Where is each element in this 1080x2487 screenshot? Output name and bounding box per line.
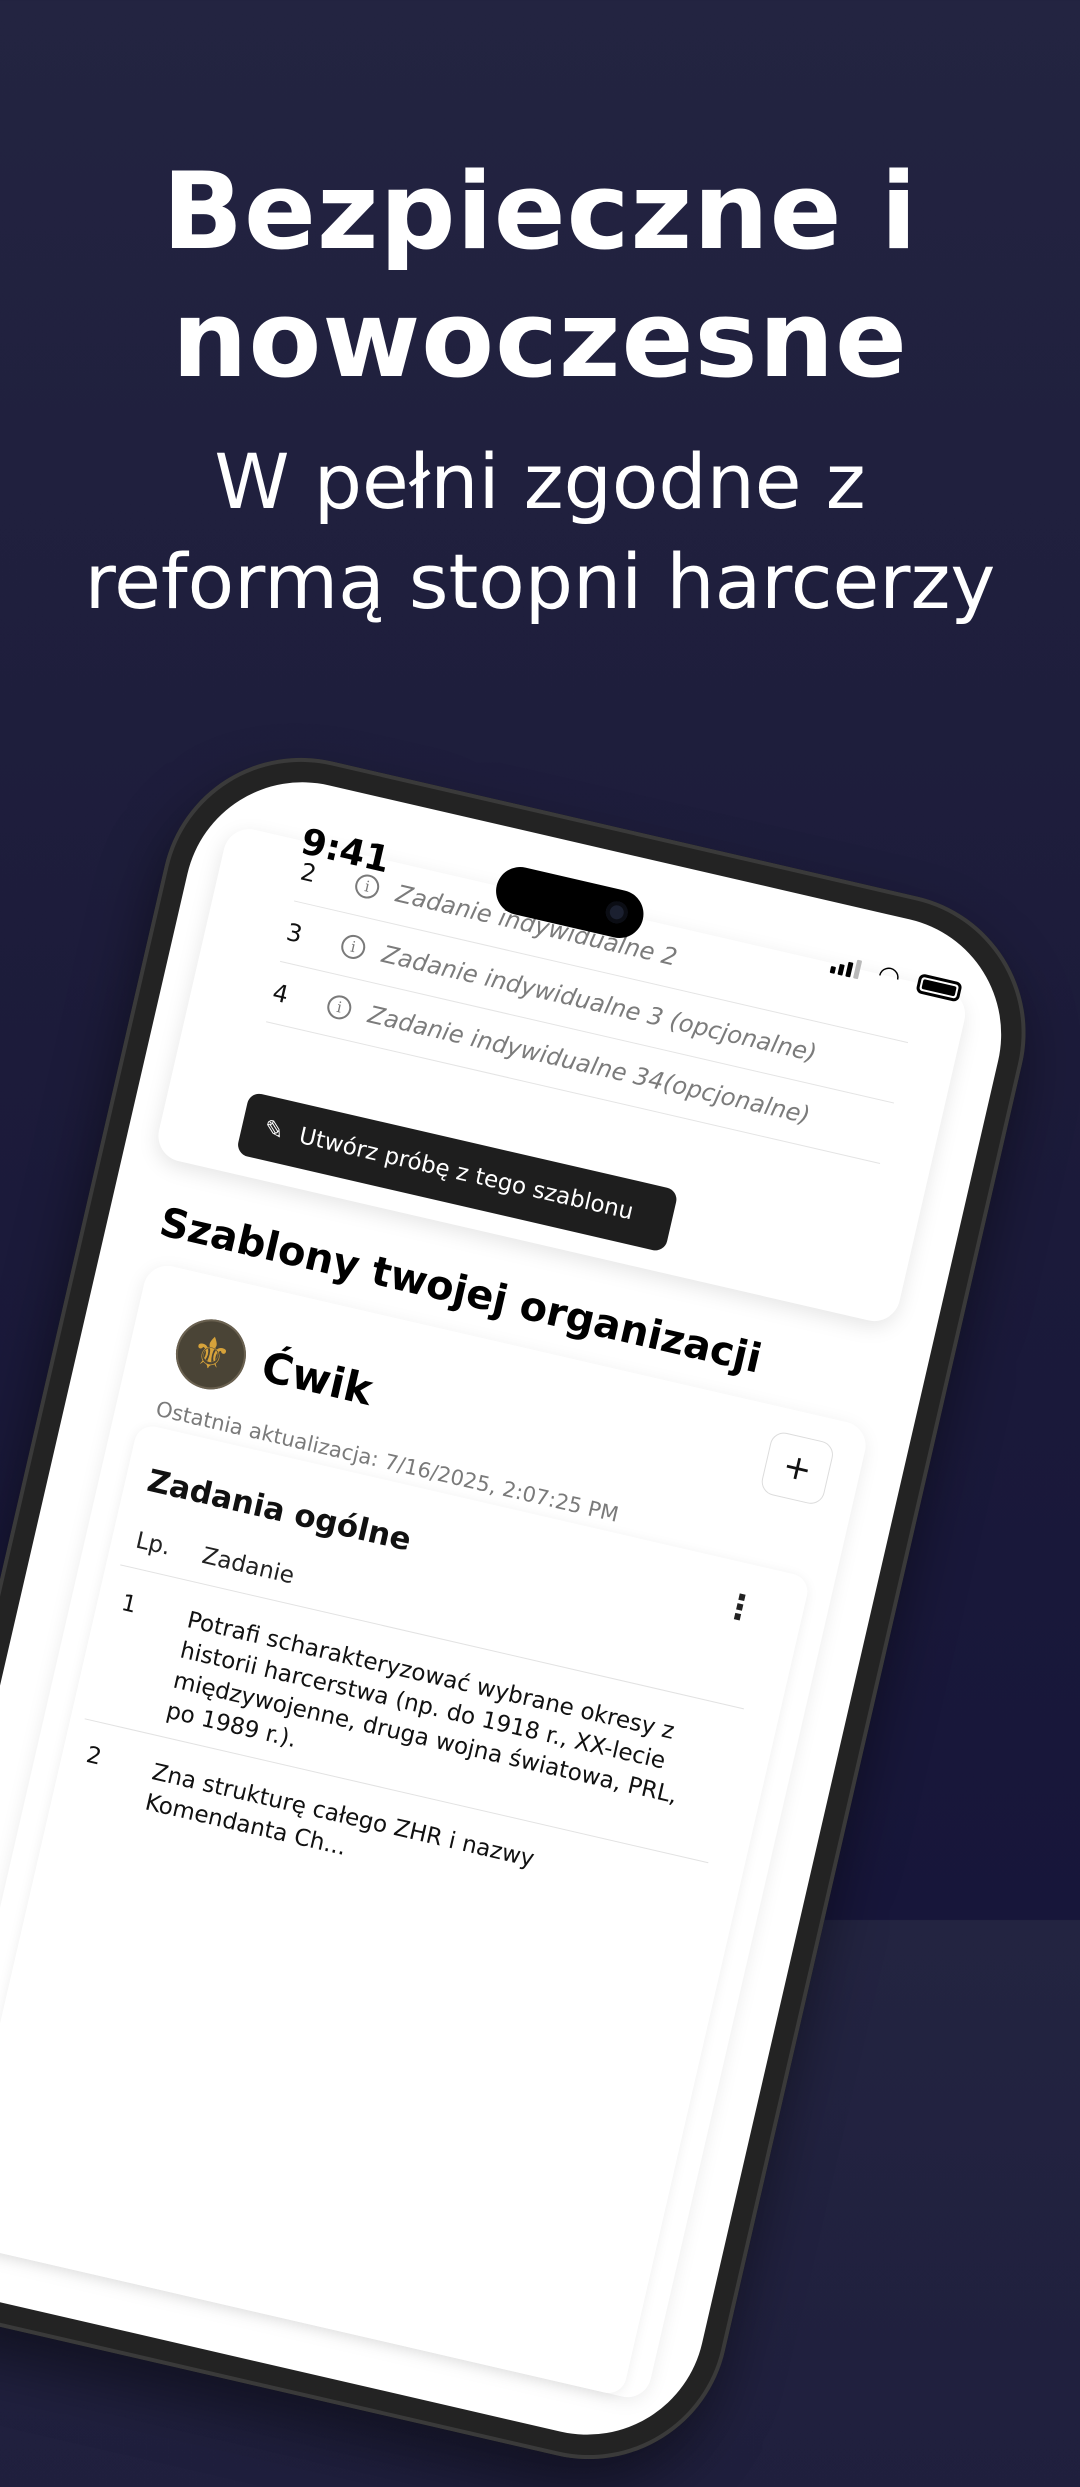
headline-line-1: Bezpieczne i bbox=[162, 150, 918, 273]
general-tasks-card: ⋮ Zadania ogólne Lp. Zadanie 1 Potrafi s… bbox=[0, 1422, 811, 2397]
more-vertical-icon[interactable]: ⋮ bbox=[718, 1584, 760, 1631]
general-tasks-title: Zadania ogólne bbox=[143, 1462, 415, 1559]
task-number: 4 bbox=[269, 978, 292, 1010]
task-number: 3 bbox=[283, 917, 306, 949]
create-attempt-button[interactable]: ✎ Utwórz próbę z tego szablonu bbox=[235, 1091, 679, 1253]
fleur-de-lis-icon: ⚜ bbox=[168, 1312, 253, 1397]
column-header-lp: Lp. bbox=[133, 1527, 173, 1561]
column-header-task: Zadanie bbox=[199, 1542, 297, 1590]
org-name: Ćwik bbox=[257, 1341, 378, 1415]
headline-line-2: nowoczesne bbox=[172, 278, 908, 401]
pencil-ruler-icon: ✎ bbox=[261, 1113, 288, 1146]
general-task-number: 1 bbox=[118, 1590, 139, 1619]
org-template-card: ⚜ Ćwik + Ostatnia aktualizacja: 7/16/202… bbox=[0, 1261, 871, 2402]
phone-mockup: 2 i Zadanie indywidualne 2 3 i Zadanie i… bbox=[0, 730, 1054, 2487]
add-template-button[interactable]: + bbox=[758, 1429, 836, 1507]
subtitle-line-2: reformą stopni harcerzy bbox=[84, 537, 996, 626]
camera-icon bbox=[603, 899, 630, 926]
headline-subtitle: W pełni zgodne z reformą stopni harcerzy bbox=[0, 432, 1080, 632]
wifi-icon: ◠ bbox=[874, 959, 904, 994]
subtitle-line-1: W pełni zgodne z bbox=[214, 437, 866, 526]
headline-title: Bezpieczne i nowoczesne bbox=[0, 148, 1080, 404]
phone-screen: 2 i Zadanie indywidualne 2 3 i Zadanie i… bbox=[0, 758, 1025, 2459]
create-attempt-label: Utwórz próbę z tego szablonu bbox=[296, 1123, 636, 1226]
general-task-number: 2 bbox=[83, 1742, 104, 1771]
